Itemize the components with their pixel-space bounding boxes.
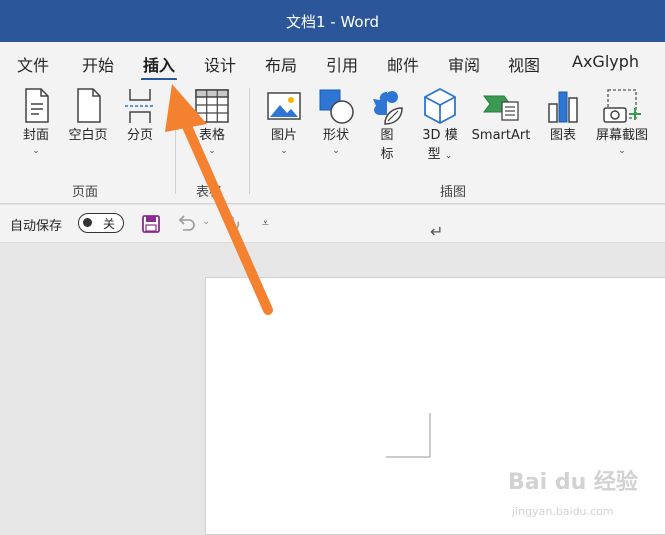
ribbon-insert: 封面 ⌄ 空白页 分页 页面 表格 ⌄ 表格 图片 ⌄ 形状 ⌄ 图 标 3D … — [0, 80, 665, 204]
tab-view[interactable]: 视图 — [508, 52, 540, 76]
chart-button[interactable]: 图表 — [542, 86, 584, 145]
redo-icon[interactable] — [222, 214, 244, 234]
pages-group-label: 页面 — [72, 185, 99, 200]
tab-file[interactable]: 文件 — [17, 52, 49, 76]
title-bar: 文档1 - Word — [0, 0, 665, 42]
autosave-state: 关 — [103, 217, 116, 231]
tab-home[interactable]: 开始 — [82, 52, 114, 76]
smartart-icon — [483, 95, 519, 121]
tab-layout[interactable]: 布局 — [265, 52, 297, 76]
table-button[interactable]: 表格 ⌄ — [190, 86, 234, 157]
screenshot-icon — [603, 89, 641, 123]
cover-page-dropdown-icon[interactable]: ⌄ — [14, 145, 58, 157]
group-separator — [249, 88, 250, 194]
table-label: 表格 — [198, 128, 225, 143]
chart-label: 图表 — [549, 128, 576, 143]
window-title: 文档1 - Word — [285, 13, 380, 31]
smartart-label: SmartArt — [471, 128, 531, 143]
pictures-label: 图片 — [270, 128, 297, 143]
quick-access-toolbar: 自动保存 关 ⌄ ⩡ — [0, 205, 665, 243]
3d-models-button[interactable]: 3D 模 型 ⌄ — [417, 86, 463, 164]
screenshot-dropdown-icon[interactable]: ⌄ — [589, 145, 655, 157]
tab-review[interactable]: 审阅 — [448, 52, 480, 76]
tab-axglyph[interactable]: AxGlyph — [572, 52, 639, 71]
toggle-knob — [83, 218, 92, 227]
icons-label-line2: 标 — [380, 147, 394, 162]
tab-references[interactable]: 引用 — [326, 52, 358, 76]
undo-dropdown-icon[interactable]: ⌄ — [202, 216, 210, 227]
icons-icon — [373, 91, 403, 125]
page-break-button[interactable]: 分页 — [118, 86, 162, 145]
undo-icon[interactable] — [175, 214, 197, 234]
3d-model-icon — [424, 87, 456, 125]
pictures-button[interactable]: 图片 ⌄ — [262, 86, 306, 157]
screenshot-label: 屏幕截图 — [595, 128, 648, 143]
blank-page-label: 空白页 — [68, 128, 108, 143]
page-break-icon — [125, 89, 155, 123]
watermark-logo: Bai du 经验 — [508, 470, 638, 495]
blank-page-icon — [77, 88, 101, 123]
pictures-dropdown-icon[interactable]: ⌄ — [262, 145, 306, 157]
icons-button[interactable]: 图 标 — [366, 86, 408, 164]
cover-page-icon — [25, 88, 49, 123]
icons-label-line1: 图 — [380, 128, 394, 143]
paragraph-mark: ↵ — [430, 222, 444, 241]
chart-icon — [548, 91, 578, 123]
table-icon — [195, 89, 229, 123]
shapes-dropdown-icon[interactable]: ⌄ — [314, 145, 358, 157]
3d-models-label-line1: 3D 模 — [422, 128, 458, 143]
blank-page-button[interactable]: 空白页 — [63, 86, 113, 145]
customize-qat-icon[interactable]: ⩡ — [262, 216, 269, 231]
group-separator — [175, 88, 176, 194]
page-break-label: 分页 — [126, 128, 153, 143]
tab-design[interactable]: 设计 — [204, 52, 236, 76]
document-page[interactable] — [205, 277, 665, 535]
cover-page-button[interactable]: 封面 ⌄ — [14, 86, 58, 157]
tab-insert[interactable]: 插入 — [140, 52, 178, 81]
smartart-button[interactable]: SmartArt — [466, 86, 536, 145]
shapes-label: 形状 — [322, 128, 349, 143]
table-dropdown-icon[interactable]: ⌄ — [190, 145, 234, 157]
watermark-url: jingyan.baidu.com — [512, 505, 614, 518]
3d-models-label-line2: 型 ⌄ — [427, 147, 453, 162]
illustrations-group-label: 插图 — [440, 185, 467, 200]
autosave-toggle[interactable]: 关 — [78, 213, 124, 233]
3d-models-dropdown-icon[interactable]: ⌄ — [445, 151, 453, 161]
autosave-label: 自动保存 — [10, 219, 63, 234]
shapes-icon — [319, 89, 354, 124]
ribbon-tabs: 文件 开始 插入 设计 布局 引用 邮件 审阅 视图 AxGlyph — [0, 42, 665, 81]
screenshot-button[interactable]: 屏幕截图 ⌄ — [589, 86, 655, 157]
cover-page-label: 封面 — [22, 128, 49, 143]
table-group-label: 表格 — [196, 185, 223, 200]
tab-mailings[interactable]: 邮件 — [387, 52, 419, 76]
save-icon[interactable] — [141, 214, 161, 234]
shapes-button[interactable]: 形状 ⌄ — [314, 86, 358, 157]
page-margin-corner-mark — [386, 413, 431, 458]
picture-icon — [267, 92, 301, 120]
